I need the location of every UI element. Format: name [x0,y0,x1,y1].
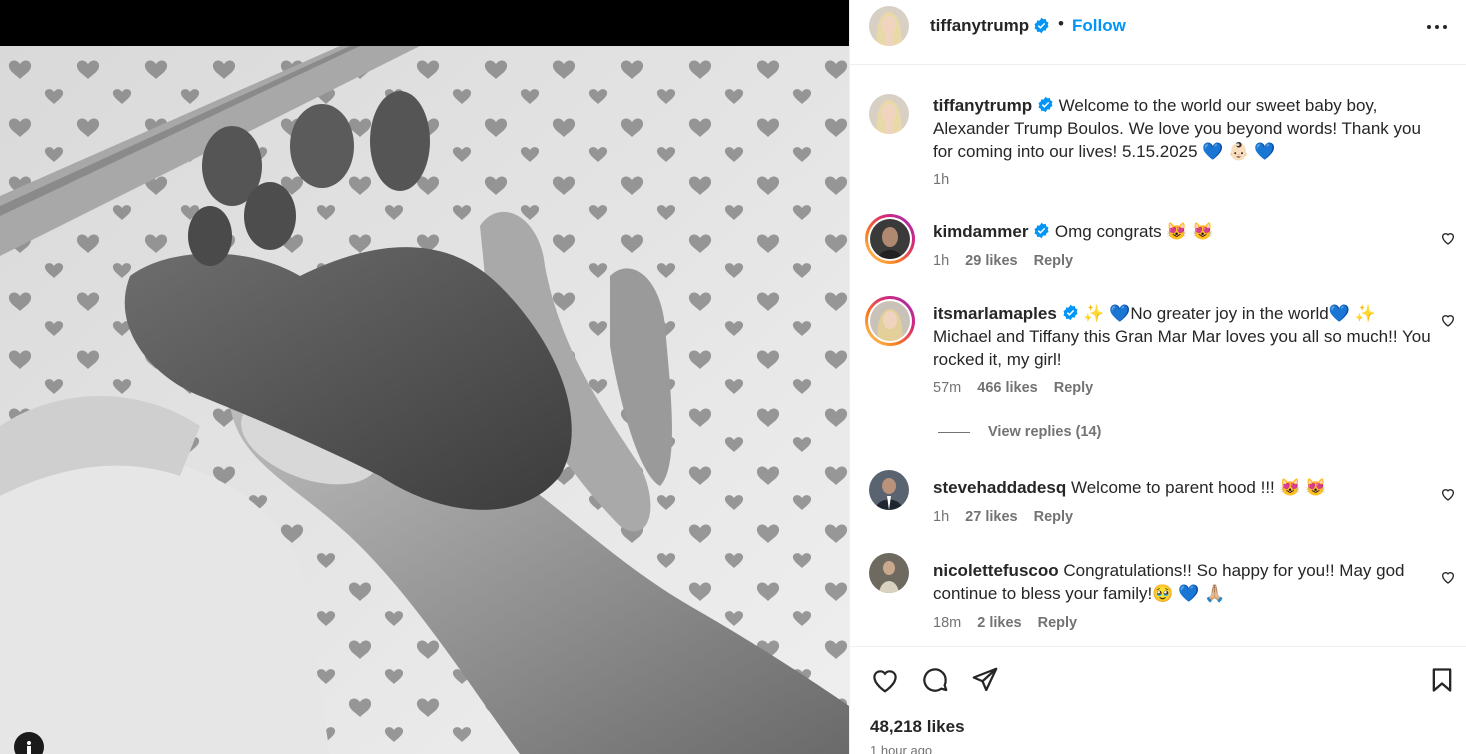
caption-text-block: tiffanytrump Welcome to the world our sw… [933,94,1433,163]
like-comment-heart-icon[interactable] [1440,569,1456,585]
avatar [869,470,909,510]
comment-username[interactable]: kimdammer [933,222,1028,241]
avatar [870,301,910,341]
comment-text-block: stevehaddadesq Welcome to parent hood !!… [933,476,1433,499]
comment-text: Omg congrats 😻 😻 [1054,222,1214,241]
verified-badge-icon [1034,17,1049,34]
verified-badge-icon [1034,222,1049,239]
comment-time: 1h [933,509,950,525]
more-options-icon[interactable] [1426,16,1448,44]
post-media[interactable] [0,0,849,754]
comment-likes[interactable]: 27 likes [965,509,1017,525]
comment-meta: 18m 2 likes Reply [933,615,1089,631]
comment-text-block: kimdammer Omg congrats 😻 😻 [933,220,1433,243]
comment-meta: 1h 29 likes Reply [933,253,1085,269]
comment-username[interactable]: itsmarlamaples [933,304,1057,323]
heart-icon[interactable] [870,665,900,695]
caption-username[interactable]: tiffanytrump [933,96,1032,115]
comments-list[interactable]: tiffanytrump Welcome to the world our sw… [850,66,1466,646]
reply-button[interactable]: Reply [1034,253,1074,269]
verified-badge-icon [1063,304,1078,321]
comment-meta: 1h 27 likes Reply [933,509,1085,525]
comment-icon[interactable] [920,665,950,695]
reply-button[interactable]: Reply [1054,380,1094,396]
author-avatar [869,94,909,134]
media-info-icon[interactable] [14,732,44,754]
post-details-panel: tiffanytrump • Follow tiffanytrump Welco… [849,0,1466,754]
commenter-avatar[interactable] [865,296,915,346]
caption-avatar[interactable] [869,94,909,134]
view-replies-button[interactable]: View replies (14) [938,424,1101,440]
post-header: tiffanytrump • Follow [850,0,1466,65]
avatar [869,553,909,593]
commenter-avatar[interactable] [869,470,909,510]
post-actions: 48,218 likes 1 hour ago [850,646,1466,754]
comment-meta: 57m 466 likes Reply [933,380,1105,396]
like-comment-heart-icon[interactable] [1440,230,1456,246]
comment-time: 57m [933,380,962,396]
commenter-avatar[interactable] [865,214,915,264]
avatar [870,219,910,259]
author-username[interactable]: tiffanytrump [930,16,1029,36]
comment-likes[interactable]: 466 likes [977,380,1037,396]
post-time: 1 hour ago [870,743,933,754]
bookmark-icon[interactable] [1428,665,1456,695]
comment-username[interactable]: stevehaddadesq [933,478,1066,497]
comment-likes[interactable]: 29 likes [965,253,1017,269]
reply-button[interactable]: Reply [1034,509,1074,525]
comment-time: 18m [933,615,962,631]
author-avatar[interactable] [869,6,909,46]
caption-time: 1h [933,172,950,188]
comment-likes[interactable]: 2 likes [977,615,1021,631]
comment-username[interactable]: nicolettefuscoo [933,561,1059,580]
like-comment-heart-icon[interactable] [1440,312,1456,328]
comment-text-block: itsmarlamaples ✨ 💙No greater joy in the … [933,302,1433,371]
comment-text: Welcome to parent hood !!! 😻 😻 [1070,478,1327,497]
commenter-avatar[interactable] [869,553,909,593]
like-comment-heart-icon[interactable] [1440,486,1456,502]
header-separator: • [1058,14,1064,33]
verified-badge-icon [1038,96,1053,113]
likes-count[interactable]: 48,218 likes [870,717,965,737]
reply-button[interactable]: Reply [1038,615,1078,631]
caption-meta: 1h [933,172,961,188]
comment-text-block: nicolettefuscoo Congratulations!! So hap… [933,559,1433,605]
follow-button[interactable]: Follow [1072,16,1126,36]
share-icon[interactable] [970,665,1000,695]
comment-time: 1h [933,253,950,269]
post-photo [0,46,849,754]
